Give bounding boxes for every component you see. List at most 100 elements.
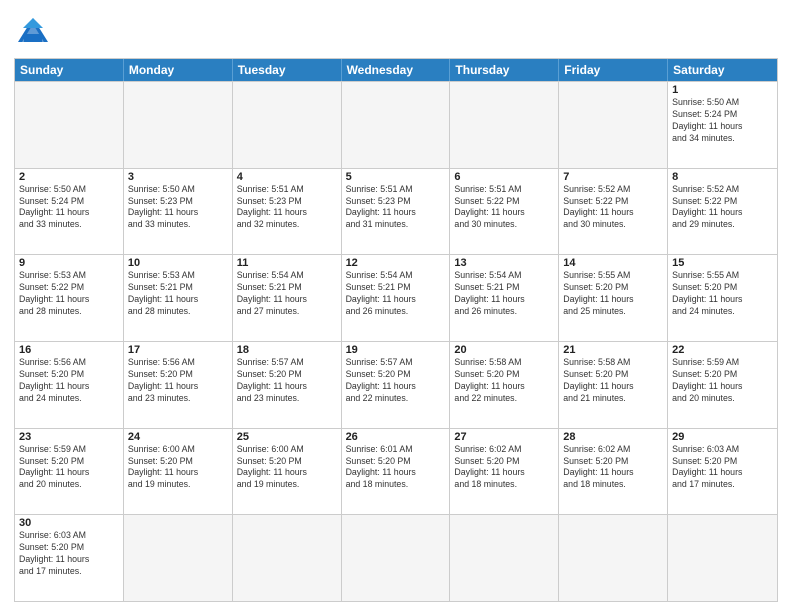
cal-cell-4-3: 26Sunrise: 6:01 AM Sunset: 5:20 PM Dayli… [342,429,451,515]
cal-cell-5-1 [124,515,233,601]
cal-cell-3-4: 20Sunrise: 5:58 AM Sunset: 5:20 PM Dayli… [450,342,559,428]
cal-cell-5-6 [668,515,777,601]
cal-cell-1-0: 2Sunrise: 5:50 AM Sunset: 5:24 PM Daylig… [15,169,124,255]
day-info: Sunrise: 5:57 AM Sunset: 5:20 PM Dayligh… [346,357,446,405]
day-number: 17 [128,344,228,356]
day-number: 1 [672,84,773,96]
day-info: Sunrise: 5:56 AM Sunset: 5:20 PM Dayligh… [128,357,228,405]
day-info: Sunrise: 5:54 AM Sunset: 5:21 PM Dayligh… [346,270,446,318]
day-info: Sunrise: 5:50 AM Sunset: 5:24 PM Dayligh… [19,184,119,232]
calendar-body: 1 Sunrise: 5:50 AM Sunset: 5:24 PM Daylig… [15,81,777,601]
day-info: Sunrise: 6:03 AM Sunset: 5:20 PM Dayligh… [19,530,119,578]
day-info: Sunrise: 5:59 AM Sunset: 5:20 PM Dayligh… [672,357,773,405]
cal-cell-2-6: 15Sunrise: 5:55 AM Sunset: 5:20 PM Dayli… [668,255,777,341]
cal-cell-3-6: 22Sunrise: 5:59 AM Sunset: 5:20 PM Dayli… [668,342,777,428]
cal-cell-0-2 [233,82,342,168]
day-number: 23 [19,431,119,443]
day-number: 29 [672,431,773,443]
cal-cell-4-6: 29Sunrise: 6:03 AM Sunset: 5:20 PM Dayli… [668,429,777,515]
cal-week-3: 16Sunrise: 5:56 AM Sunset: 5:20 PM Dayli… [15,341,777,428]
day-number: 27 [454,431,554,443]
day-number: 9 [19,257,119,269]
cal-week-5: 30Sunrise: 6:03 AM Sunset: 5:20 PM Dayli… [15,514,777,601]
cal-cell-5-0: 30Sunrise: 6:03 AM Sunset: 5:20 PM Dayli… [15,515,124,601]
day-number: 18 [237,344,337,356]
day-info: Sunrise: 6:02 AM Sunset: 5:20 PM Dayligh… [454,444,554,492]
cal-cell-3-3: 19Sunrise: 5:57 AM Sunset: 5:20 PM Dayli… [342,342,451,428]
cal-cell-0-1 [124,82,233,168]
header [14,10,778,52]
day-info: Sunrise: 6:01 AM Sunset: 5:20 PM Dayligh… [346,444,446,492]
day-info: Sunrise: 5:54 AM Sunset: 5:21 PM Dayligh… [454,270,554,318]
cal-cell-4-5: 28Sunrise: 6:02 AM Sunset: 5:20 PM Dayli… [559,429,668,515]
day-info: Sunrise: 5:53 AM Sunset: 5:22 PM Dayligh… [19,270,119,318]
day-number: 30 [19,517,119,529]
cal-cell-2-1: 10Sunrise: 5:53 AM Sunset: 5:21 PM Dayli… [124,255,233,341]
day-number: 24 [128,431,228,443]
day-number: 20 [454,344,554,356]
day-info: Sunrise: 5:51 AM Sunset: 5:23 PM Dayligh… [346,184,446,232]
day-info: Sunrise: 6:02 AM Sunset: 5:20 PM Dayligh… [563,444,663,492]
day-number: 14 [563,257,663,269]
day-number: 15 [672,257,773,269]
cal-cell-2-4: 13Sunrise: 5:54 AM Sunset: 5:21 PM Dayli… [450,255,559,341]
cal-cell-1-3: 5Sunrise: 5:51 AM Sunset: 5:23 PM Daylig… [342,169,451,255]
day-number: 11 [237,257,337,269]
cal-cell-0-6: 1Sunrise: 5:50 AM Sunset: 5:24 PM Daylig… [668,82,777,168]
cal-cell-2-3: 12Sunrise: 5:54 AM Sunset: 5:21 PM Dayli… [342,255,451,341]
day-number: 13 [454,257,554,269]
day-number: 22 [672,344,773,356]
day-info: Sunrise: 5:51 AM Sunset: 5:23 PM Dayligh… [237,184,337,232]
cal-cell-4-4: 27Sunrise: 6:02 AM Sunset: 5:20 PM Dayli… [450,429,559,515]
calendar: SundayMondayTuesdayWednesdayThursdayFrid… [14,58,778,602]
day-number: 21 [563,344,663,356]
day-info: Sunrise: 5:58 AM Sunset: 5:20 PM Dayligh… [563,357,663,405]
day-number: 5 [346,171,446,183]
cal-cell-4-1: 24Sunrise: 6:00 AM Sunset: 5:20 PM Dayli… [124,429,233,515]
cal-cell-4-0: 23Sunrise: 5:59 AM Sunset: 5:20 PM Dayli… [15,429,124,515]
day-number: 12 [346,257,446,269]
cal-header-saturday: Saturday [668,59,777,81]
day-info: Sunrise: 5:55 AM Sunset: 5:20 PM Dayligh… [563,270,663,318]
cal-cell-5-5 [559,515,668,601]
day-info: Sunrise: 6:00 AM Sunset: 5:20 PM Dayligh… [128,444,228,492]
day-number: 4 [237,171,337,183]
day-number: 28 [563,431,663,443]
calendar-header-row: SundayMondayTuesdayWednesdayThursdayFrid… [15,59,777,81]
cal-cell-1-1: 3Sunrise: 5:50 AM Sunset: 5:23 PM Daylig… [124,169,233,255]
cal-cell-1-2: 4Sunrise: 5:51 AM Sunset: 5:23 PM Daylig… [233,169,342,255]
cal-header-thursday: Thursday [450,59,559,81]
day-info: Sunrise: 6:00 AM Sunset: 5:20 PM Dayligh… [237,444,337,492]
day-info: Sunrise: 5:52 AM Sunset: 5:22 PM Dayligh… [563,184,663,232]
cal-header-tuesday: Tuesday [233,59,342,81]
cal-week-0: 1Sunrise: 5:50 AM Sunset: 5:24 PM Daylig… [15,81,777,168]
cal-header-monday: Monday [124,59,233,81]
day-info: Sunrise: 5:55 AM Sunset: 5:20 PM Dayligh… [672,270,773,318]
cal-cell-3-2: 18Sunrise: 5:57 AM Sunset: 5:20 PM Dayli… [233,342,342,428]
day-number: 16 [19,344,119,356]
day-info: Sunrise: 5:56 AM Sunset: 5:20 PM Dayligh… [19,357,119,405]
cal-cell-0-0 [15,82,124,168]
cal-cell-1-5: 7Sunrise: 5:52 AM Sunset: 5:22 PM Daylig… [559,169,668,255]
day-number: 8 [672,171,773,183]
cal-header-friday: Friday [559,59,668,81]
cal-cell-3-1: 17Sunrise: 5:56 AM Sunset: 5:20 PM Dayli… [124,342,233,428]
cal-cell-5-3 [342,515,451,601]
day-info: Sunrise: 5:51 AM Sunset: 5:22 PM Dayligh… [454,184,554,232]
cal-cell-0-3 [342,82,451,168]
day-info: Sunrise: 5:53 AM Sunset: 5:21 PM Dayligh… [128,270,228,318]
day-info: Sunrise: 5:58 AM Sunset: 5:20 PM Dayligh… [454,357,554,405]
day-info: Sunrise: 5:52 AM Sunset: 5:22 PM Dayligh… [672,184,773,232]
cal-cell-1-4: 6Sunrise: 5:51 AM Sunset: 5:22 PM Daylig… [450,169,559,255]
cal-header-wednesday: Wednesday [342,59,451,81]
day-info: Sunrise: 5:57 AM Sunset: 5:20 PM Dayligh… [237,357,337,405]
day-number: 19 [346,344,446,356]
cal-cell-2-5: 14Sunrise: 5:55 AM Sunset: 5:20 PM Dayli… [559,255,668,341]
day-number: 3 [128,171,228,183]
cal-cell-5-4 [450,515,559,601]
day-info: Sunrise: 5:54 AM Sunset: 5:21 PM Dayligh… [237,270,337,318]
day-number: 25 [237,431,337,443]
day-info: Sunrise: 5:59 AM Sunset: 5:20 PM Dayligh… [19,444,119,492]
cal-header-sunday: Sunday [15,59,124,81]
cal-cell-1-6: 8Sunrise: 5:52 AM Sunset: 5:22 PM Daylig… [668,169,777,255]
